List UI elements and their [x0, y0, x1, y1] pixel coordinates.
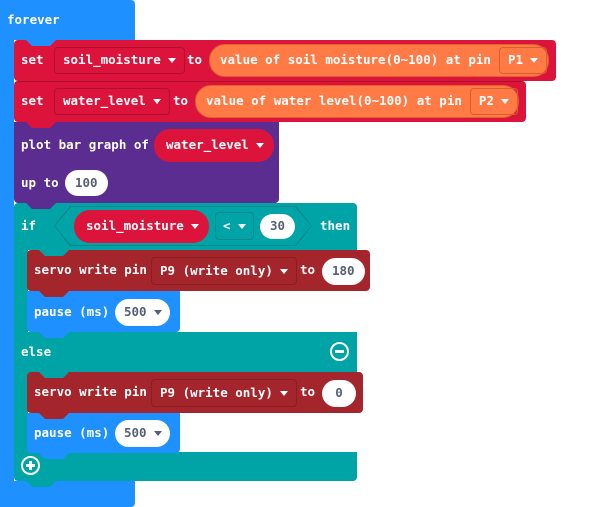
- to-label: to: [187, 52, 203, 67]
- water-level-sensor-block[interactable]: value of water level(0~100) at pin P2: [195, 85, 519, 118]
- pin-value: P2: [478, 93, 494, 109]
- to-label: to: [173, 93, 189, 108]
- servo-label: servo write pin: [34, 262, 147, 277]
- servo-angle-value: 180: [332, 263, 355, 279]
- else-label: else: [21, 344, 52, 359]
- chevron-down-icon: [153, 431, 162, 436]
- block-notch: [39, 291, 69, 297]
- servo-pin-value: P9 (write only): [160, 384, 273, 400]
- forever-arm: [0, 0, 14, 507]
- pause-duration-value: 500: [124, 425, 147, 441]
- pause-duration-value: 500: [124, 304, 147, 320]
- remove-else-icon[interactable]: [330, 342, 349, 361]
- servo-pin-dropdown[interactable]: P9 (write only): [151, 379, 297, 407]
- compare-value: 30: [270, 218, 286, 234]
- set-soil-moisture-block[interactable]: set soil_moisture to value of soil moist…: [14, 40, 556, 81]
- servo-angle-input[interactable]: 180: [322, 258, 365, 285]
- chevron-down-icon: [530, 58, 538, 63]
- to-label: to: [300, 384, 316, 399]
- set-label: set: [21, 52, 44, 67]
- servo-angle-value: 0: [335, 385, 343, 401]
- variable-name: soil_moisture: [63, 52, 161, 68]
- chevron-down-icon: [152, 99, 161, 104]
- to-label: to: [300, 262, 316, 277]
- add-else-if-icon[interactable]: [21, 456, 40, 475]
- if-label: if: [21, 218, 37, 233]
- set-water-level-block[interactable]: set water_level to value of water level(…: [14, 81, 526, 122]
- block-notch: [26, 203, 56, 209]
- else-arm: [14, 373, 28, 458]
- pause-label: pause (ms): [34, 425, 110, 440]
- servo-write-else-block[interactable]: servo write pin P9 (write only) to 0: [27, 372, 363, 413]
- servo-write-then-block[interactable]: servo write pin P9 (write only) to 180: [27, 250, 370, 291]
- pause-duration-dropdown[interactable]: 500: [115, 420, 170, 447]
- set-label: set: [21, 93, 44, 108]
- block-notch: [39, 413, 69, 419]
- pin-value: P1: [507, 52, 523, 68]
- chevron-down-icon: [255, 143, 264, 148]
- variable-reporter[interactable]: soil_moisture: [74, 210, 209, 243]
- servo-angle-input[interactable]: 0: [322, 380, 356, 407]
- operator-value: <: [223, 217, 231, 233]
- variable-reporter[interactable]: water_level: [154, 129, 274, 162]
- sensor-label: value of water level(0~100) at pin: [206, 93, 462, 109]
- compare-value-input[interactable]: 30: [260, 214, 296, 239]
- variable-dropdown[interactable]: soil_moisture: [54, 47, 185, 74]
- if-arm: [14, 250, 28, 340]
- plot-bar-graph-block[interactable]: plot bar graph of water_level up to 100: [14, 122, 279, 203]
- chevron-down-icon: [279, 390, 288, 396]
- block-notch: [26, 40, 56, 46]
- pause-then-block[interactable]: pause (ms) 500: [27, 291, 180, 332]
- soil-moisture-sensor-block[interactable]: value of soil moisture(0~100) at pin P1: [209, 44, 549, 77]
- operator-dropdown[interactable]: <: [215, 212, 254, 240]
- servo-pin-value: P9 (write only): [160, 262, 273, 278]
- variable-name: water_level: [166, 137, 249, 153]
- if-header[interactable]: if soil_moisture < 30 then: [14, 203, 357, 250]
- plot-label: plot bar graph of: [21, 137, 149, 152]
- chevron-down-icon: [167, 58, 176, 63]
- forever-label: forever: [7, 12, 60, 27]
- pause-else-block[interactable]: pause (ms) 500: [27, 413, 180, 453]
- block-notch: [39, 372, 69, 378]
- variable-name: soil_moisture: [86, 218, 184, 234]
- chevron-down-icon: [500, 99, 509, 104]
- else-header: else: [14, 332, 357, 373]
- pin-dropdown[interactable]: P2: [469, 88, 518, 115]
- forever-footer: [0, 481, 135, 507]
- chevron-down-icon: [190, 224, 199, 229]
- servo-pin-dropdown[interactable]: P9 (write only): [151, 257, 297, 285]
- chevron-down-icon: [279, 268, 288, 274]
- up-to-input[interactable]: 100: [65, 170, 108, 196]
- up-to-value: 100: [75, 174, 98, 190]
- block-notch: [39, 250, 69, 256]
- pause-label: pause (ms): [34, 304, 110, 319]
- up-to-label: up to: [21, 175, 59, 190]
- servo-label: servo write pin: [34, 384, 147, 399]
- then-label: then: [320, 218, 351, 233]
- chevron-down-icon: [237, 223, 246, 229]
- pin-dropdown[interactable]: P1: [498, 47, 547, 74]
- variable-dropdown[interactable]: water_level: [54, 88, 170, 115]
- pause-duration-dropdown[interactable]: 500: [115, 299, 170, 326]
- sensor-label: value of soil moisture(0~100) at pin: [220, 52, 491, 68]
- block-notch: [26, 122, 56, 128]
- variable-name: water_level: [63, 93, 146, 109]
- chevron-down-icon: [153, 310, 162, 315]
